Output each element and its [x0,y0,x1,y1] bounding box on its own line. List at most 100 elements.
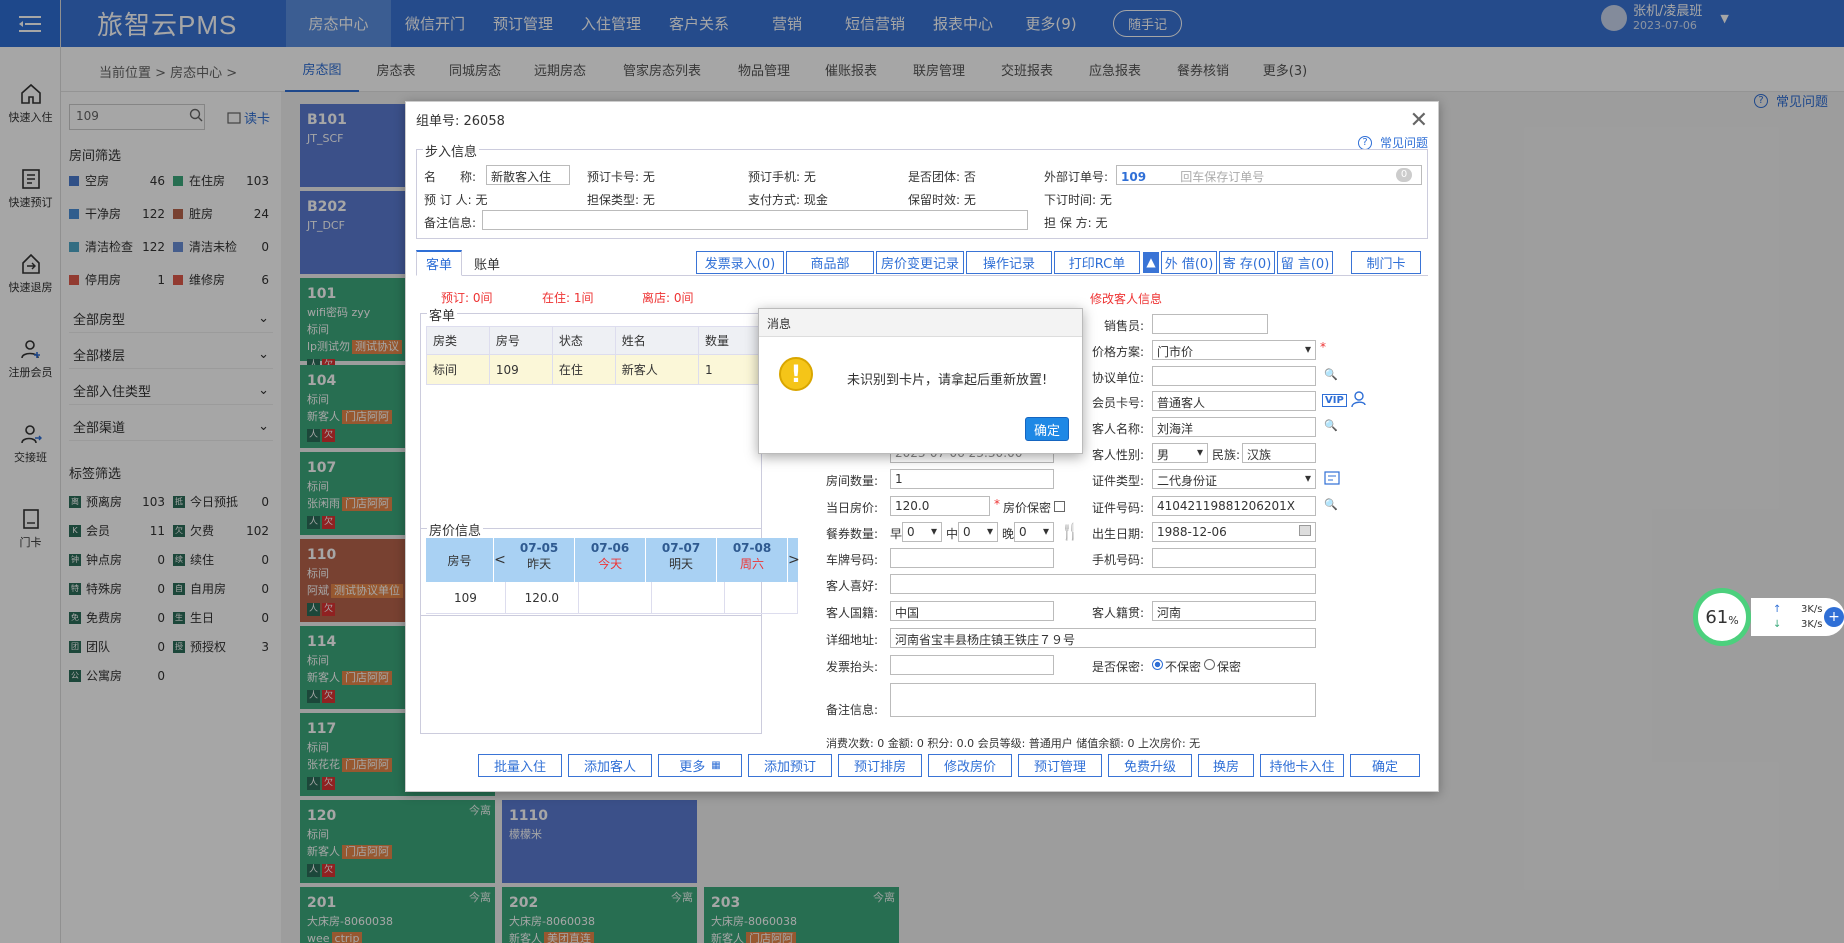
more-button[interactable]: 更多 ▦ [658,754,742,777]
id-type-select[interactable]: 二代身份证 [1152,469,1316,489]
guest-name-input[interactable]: 刘海洋 [1152,417,1316,437]
guest-name-label: 客人名称: [1092,422,1145,436]
seller-input[interactable] [1152,314,1268,334]
pref-label: 客人喜好: [826,579,879,593]
table-cell: 标间 [426,354,490,385]
add-guest-button[interactable]: 添加客人 [568,754,652,777]
user-search-icon[interactable] [1351,390,1369,411]
booking-card: 预订卡号: 无 [587,170,655,184]
price-date: 07-05 [519,541,559,555]
search-icon[interactable]: 🔍 [1324,419,1338,432]
message-ok-button[interactable]: 确定 [1025,417,1069,441]
search-icon[interactable]: 🔍 [1324,498,1338,511]
price-date-column: 07-07 明天 [646,538,718,582]
birth-input[interactable]: 1988-12-06 [1152,522,1316,542]
agreement-label: 协议单位: [1092,371,1145,385]
modify-price-button[interactable]: 修改房价 [928,754,1012,777]
help-icon: ? [1357,135,1372,150]
price-plan-label: 价格方案: [1092,345,1145,359]
price-label: 当日房价: [826,501,879,515]
ethnic-input[interactable]: 汉族 [1242,443,1316,463]
chevron-right-icon[interactable]: > [788,538,800,582]
invoice-entry-button[interactable]: 发票录入(0) [696,251,784,274]
id-no-input[interactable]: 41042119881206201X [1152,496,1316,516]
breakfast-select[interactable]: 0 [902,522,942,542]
deposit-button[interactable]: 寄 存(0) [1219,251,1275,274]
remark-textarea[interactable] [890,683,1316,717]
price-cell[interactable] [579,582,652,614]
calendar-icon[interactable] [1299,525,1311,536]
make-card-button[interactable]: 制门卡 [1351,251,1421,274]
percent-unit: % [1728,613,1739,627]
price-plan-select[interactable]: 门市价 [1152,340,1316,360]
address-input[interactable]: 河南省宝丰县杨庄镇王铁庄７９号 [890,628,1316,648]
goods-button[interactable]: 商品部 [786,251,874,274]
message-button[interactable]: 留 言(0) [1277,251,1333,274]
tab-bill[interactable]: 账单 [464,250,510,276]
close-icon[interactable]: ✕ [1410,108,1428,133]
lunch-label: 中 [946,527,959,541]
batch-checkin-button[interactable]: 批量入住 [478,754,562,777]
mobile-label: 手机号码: [1092,553,1145,567]
table-cell: 1 [698,354,762,385]
id-no-label: 证件号码: [1092,501,1145,515]
price-cell[interactable]: 120.0 [506,582,579,614]
table-cell: 在住 [551,354,616,385]
arrow-up-icon[interactable]: ▲ [1143,252,1159,273]
price-cell[interactable] [652,582,725,614]
confirm-button[interactable]: 确定 [1350,754,1420,777]
id-scan-icon[interactable] [1324,471,1340,488]
invoice-input[interactable] [890,655,1054,675]
not-secret-radio[interactable] [1152,659,1163,670]
utensils-icon: 🍴 [1060,522,1080,541]
gender-select[interactable]: 男 [1152,443,1208,463]
origin-input[interactable]: 河南 [1152,601,1316,621]
lunch-select[interactable]: 0 [958,522,998,542]
ext-order-placeholder: 回车保存订单号 [1180,170,1265,184]
print-rc-button[interactable]: 打印RC单 [1054,251,1140,274]
search-icon[interactable]: 🔍 [1324,368,1338,381]
operation-log-button[interactable]: 操作记录 [966,251,1052,274]
other-card-checkin-button[interactable]: 持他卡入住 [1260,754,1344,777]
agreement-input[interactable] [1152,366,1316,386]
price-day: 今天 [598,557,623,571]
address-label: 详细地址: [826,633,879,647]
price-input[interactable]: 120.0 [890,496,990,516]
lend-button[interactable]: 外 借(0) [1161,251,1217,274]
gender-label: 客人性别: [1092,448,1145,462]
group-name-input[interactable]: 新散客入住 [486,165,570,185]
plate-input[interactable] [890,548,1054,568]
price-date: 07-08 [732,541,772,555]
price-change-log-button[interactable]: 房价变更记录 [876,251,964,274]
price-date-column: 07-08 周六 [717,538,788,582]
free-upgrade-button[interactable]: 免费升级 [1108,754,1192,777]
member-card-input[interactable]: 普通客人 [1152,391,1316,411]
table-cell: 109 [488,354,553,385]
vip-badge[interactable]: VIP [1322,394,1347,407]
ext-order-count: 0 [1396,168,1412,182]
message-title: 消息 [759,309,1082,337]
chevron-left-icon[interactable]: < [494,538,506,582]
room-count-input[interactable]: 1 [890,469,1054,489]
add-booking-button[interactable]: 添加预订 [748,754,832,777]
grid-icon: ▦ [711,760,721,771]
booking-manage-button[interactable]: 预订管理 [1018,754,1102,777]
dinner-select[interactable]: 0 [1014,522,1054,542]
secret-radio[interactable] [1204,659,1215,670]
pref-input[interactable] [890,574,1316,594]
booking-assign-button[interactable]: 预订排房 [838,754,922,777]
nationality-input[interactable]: 中国 [890,601,1054,621]
price-secret-label: 房价保密 [1003,501,1052,515]
not-secret-label: 不保密 [1165,660,1202,674]
plus-icon[interactable]: + [1824,607,1844,627]
price-table-body: 109 120.0 [426,582,798,614]
price-secret-checkbox[interactable] [1054,501,1065,512]
table-row[interactable]: 标间 109 在住 新客人 1 [426,354,762,385]
price-cell[interactable] [725,582,798,614]
change-room-button[interactable]: 换房 [1198,754,1254,777]
tab-guest-list[interactable]: 客单 [416,250,462,276]
ext-order-input[interactable]: 109 回车保存订单号 [1116,165,1422,185]
column-header: 数量 [698,326,762,355]
mobile-input[interactable] [1152,548,1316,568]
remark-input[interactable] [482,210,1028,230]
